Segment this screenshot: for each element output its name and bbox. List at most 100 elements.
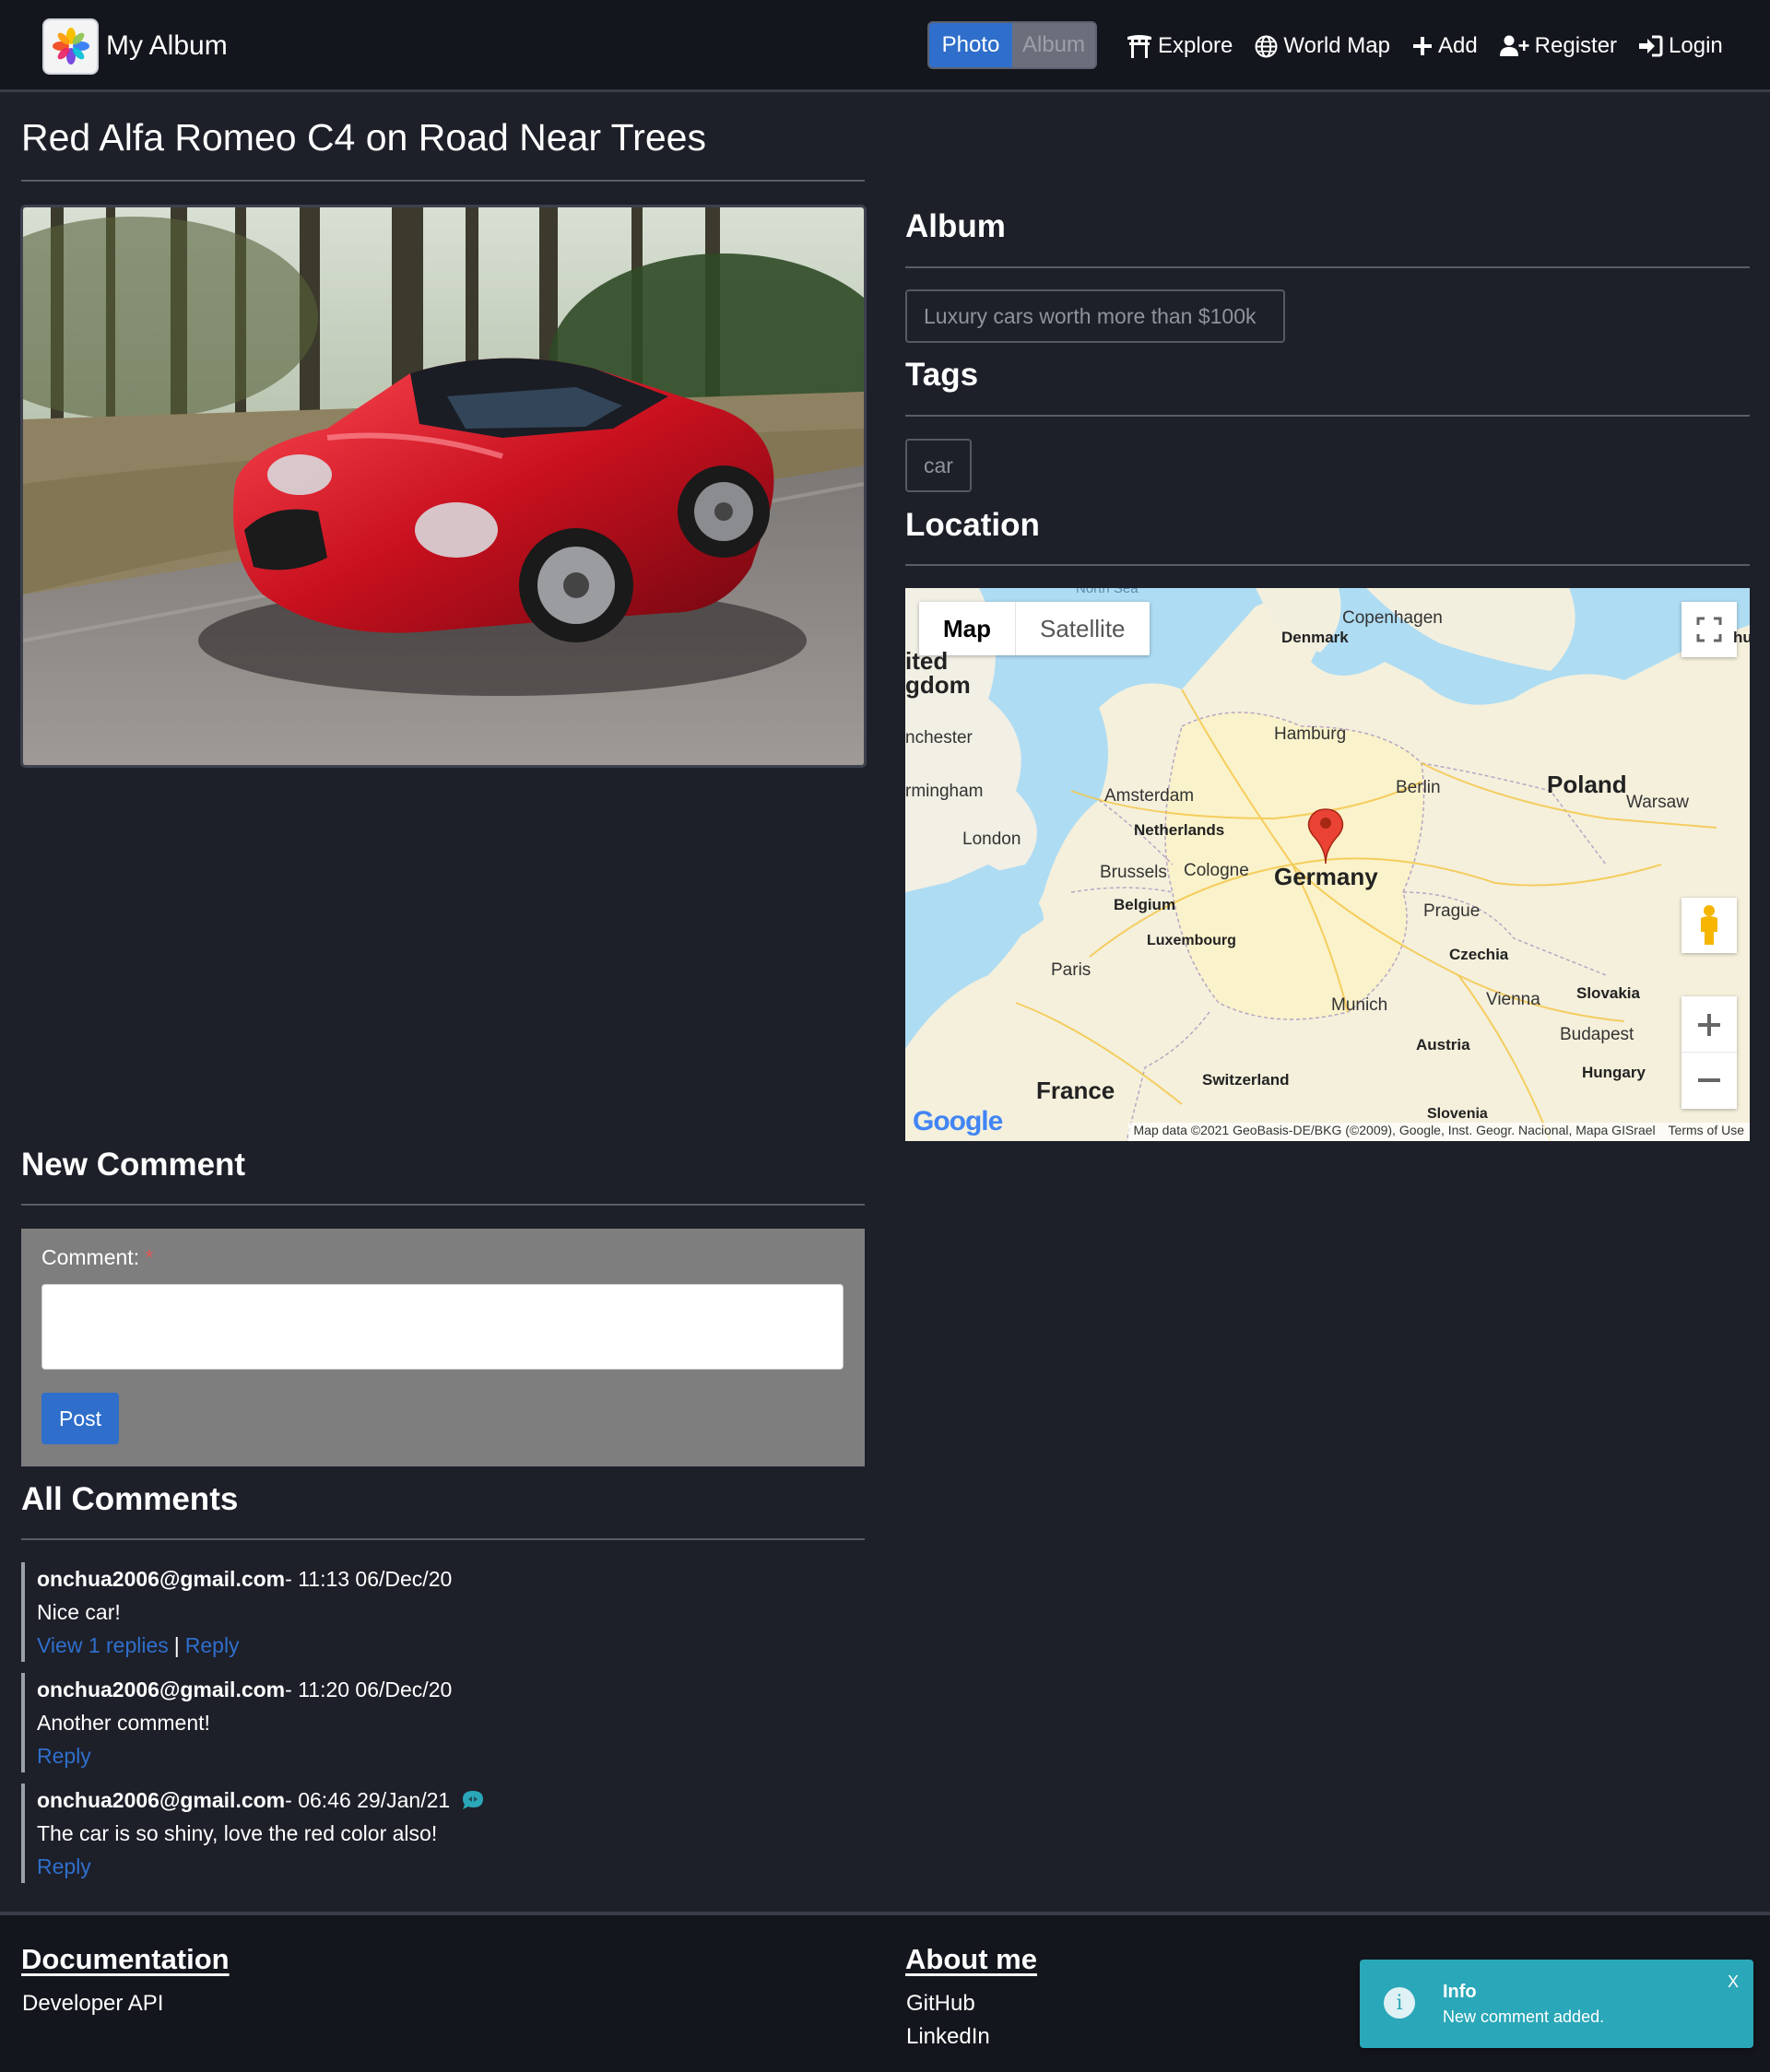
map-label: Denmark: [1281, 629, 1349, 646]
map-label: Munich: [1331, 995, 1388, 1015]
google-logo-text: Google: [913, 1106, 1003, 1136]
comment-item: onchua2006@gmail.com - 11:13 06/Dec/20 N…: [21, 1562, 574, 1662]
new-comment-heading: New Comment: [21, 1147, 246, 1183]
footer-developer-api-link[interactable]: Developer API: [22, 1991, 163, 2017]
title-divider: [21, 180, 865, 182]
album-heading: Album: [905, 208, 1006, 244]
comment-body: Another comment!: [37, 1710, 210, 1735]
pegman-icon: [1701, 905, 1717, 945]
map-label: Switzerland: [1202, 1071, 1290, 1089]
map-label: Hamburg: [1274, 724, 1347, 744]
map-label: Hungary: [1582, 1064, 1646, 1081]
map-label: Belgium: [1114, 896, 1176, 913]
location-heading: Location: [905, 507, 1040, 543]
nav-world-map[interactable]: World Map: [1255, 33, 1390, 59]
page-title: Red Alfa Romeo C4 on Road Near Trees: [21, 116, 706, 159]
tag-chip[interactable]: car: [905, 439, 972, 492]
toggle-album[interactable]: Album: [1012, 23, 1095, 67]
map-label: Vienna: [1486, 990, 1540, 1009]
toast-message: New comment added.: [1443, 2007, 1605, 2026]
map-label: Luxembourg: [1147, 933, 1236, 948]
street-view-pegman[interactable]: [1682, 898, 1737, 953]
nav-add-label: Add: [1437, 33, 1478, 58]
comment-label-text: Comment:: [41, 1245, 140, 1269]
navbar: My Album Photo Album Explore World Map A…: [0, 0, 1770, 92]
brand[interactable]: My Album: [42, 18, 228, 75]
map-label: Poland: [1547, 771, 1627, 798]
brand-name: My Album: [106, 30, 228, 61]
map-label: nchester: [905, 728, 973, 748]
map-label: Copenhagen: [1342, 608, 1443, 628]
reply-link[interactable]: Reply: [185, 1633, 240, 1658]
map-label: Slovakia: [1576, 984, 1640, 1002]
photos-app-icon: [42, 18, 99, 75]
car-photo[interactable]: [20, 205, 867, 768]
info-toast: i Info New comment added. X: [1360, 1960, 1753, 2048]
comment-time: - 11:13 06/Dec/20: [285, 1566, 453, 1591]
comment-label: Comment: *: [41, 1245, 153, 1270]
comment-item: onchua2006@gmail.com - 06:46 29/Jan/21 T…: [21, 1784, 574, 1883]
map-label: Warsaw: [1626, 793, 1689, 812]
comment-author: onchua2006@gmail.com: [37, 1677, 286, 1701]
new-comment-divider: [21, 1204, 865, 1206]
action-separator: |: [173, 1632, 180, 1657]
user-plus-icon: [1499, 35, 1529, 56]
map-label: Cologne: [1184, 861, 1249, 880]
nav-register-label: Register: [1534, 33, 1618, 58]
nav-explore[interactable]: Explore: [1127, 33, 1233, 59]
album-chip[interactable]: Luxury cars worth more than $100k: [905, 289, 1285, 343]
comment-actions: Reply: [37, 1739, 574, 1772]
location-map[interactable]: Map Satellite North Sea Copenhagen Denma…: [905, 588, 1750, 1141]
map-terms-link[interactable]: Terms of Use: [1669, 1123, 1744, 1137]
nav-explore-label: Explore: [1158, 33, 1233, 58]
zoom-in-button[interactable]: [1682, 997, 1737, 1053]
footer-github-link[interactable]: GitHub: [906, 1991, 975, 2017]
all-comments-divider: [21, 1538, 865, 1540]
comment-meta: onchua2006@gmail.com - 11:13 06/Dec/20: [37, 1562, 574, 1595]
google-logo: Google: [913, 1106, 1003, 1137]
comment-textarea[interactable]: [41, 1284, 844, 1370]
minus-icon: [1698, 1078, 1720, 1082]
location-marker-icon[interactable]: [1307, 807, 1344, 865]
nav-add[interactable]: Add: [1412, 33, 1478, 59]
comment-item: onchua2006@gmail.com - 11:20 06/Dec/20 A…: [21, 1673, 574, 1772]
map-type-satellite[interactable]: Satellite: [1016, 602, 1150, 655]
sign-in-icon: [1639, 35, 1663, 57]
map-label: gdom: [905, 671, 971, 699]
nav-login[interactable]: Login: [1639, 33, 1723, 59]
reply-link[interactable]: Reply: [37, 1744, 91, 1769]
map-label: Berlin: [1396, 778, 1441, 797]
nav-links: Explore World Map Add Register Login: [1127, 28, 1745, 65]
post-button[interactable]: Post: [41, 1393, 119, 1444]
map-label: Austria: [1416, 1036, 1470, 1054]
toast-close-button[interactable]: X: [1728, 1972, 1739, 1992]
photo-album-toggle: Photo Album: [927, 21, 1097, 69]
map-label: North Sea: [1076, 588, 1139, 596]
footer-about-heading: About me: [905, 1943, 1037, 1975]
map-label: Brussels: [1100, 863, 1167, 882]
toggle-photo[interactable]: Photo: [929, 23, 1012, 67]
all-comments-heading: All Comments: [21, 1481, 239, 1517]
comment-actions: Reply: [37, 1850, 574, 1883]
location-divider: [905, 564, 1750, 566]
nav-register[interactable]: Register: [1499, 33, 1618, 59]
comment-time: - 06:46 29/Jan/21: [285, 1787, 451, 1812]
map-type-control: Map Satellite: [919, 602, 1150, 655]
zoom-out-button[interactable]: [1682, 1053, 1737, 1108]
comment-bubble-icon[interactable]: [461, 1789, 485, 1811]
zoom-control: [1682, 996, 1737, 1109]
globe-icon: [1255, 35, 1278, 57]
footer-documentation-heading: Documentation: [21, 1943, 230, 1975]
footer-linkedin-link[interactable]: LinkedIn: [906, 2024, 990, 2050]
map-label: Czechia: [1449, 946, 1509, 963]
map-label: Germany: [1274, 863, 1378, 890]
fullscreen-button[interactable]: [1682, 602, 1737, 657]
map-label: London: [962, 830, 1021, 849]
required-mark: *: [145, 1245, 154, 1269]
nav-world-map-label: World Map: [1283, 33, 1390, 58]
view-replies-link[interactable]: View 1 replies: [37, 1633, 169, 1658]
map-label: Netherlands: [1134, 821, 1225, 839]
reply-link[interactable]: Reply: [37, 1854, 91, 1879]
map-label: Budapest: [1560, 1025, 1634, 1044]
map-attribution: Map data ©2021 GeoBasis-DE/BKG (©2009), …: [1127, 1123, 1750, 1141]
